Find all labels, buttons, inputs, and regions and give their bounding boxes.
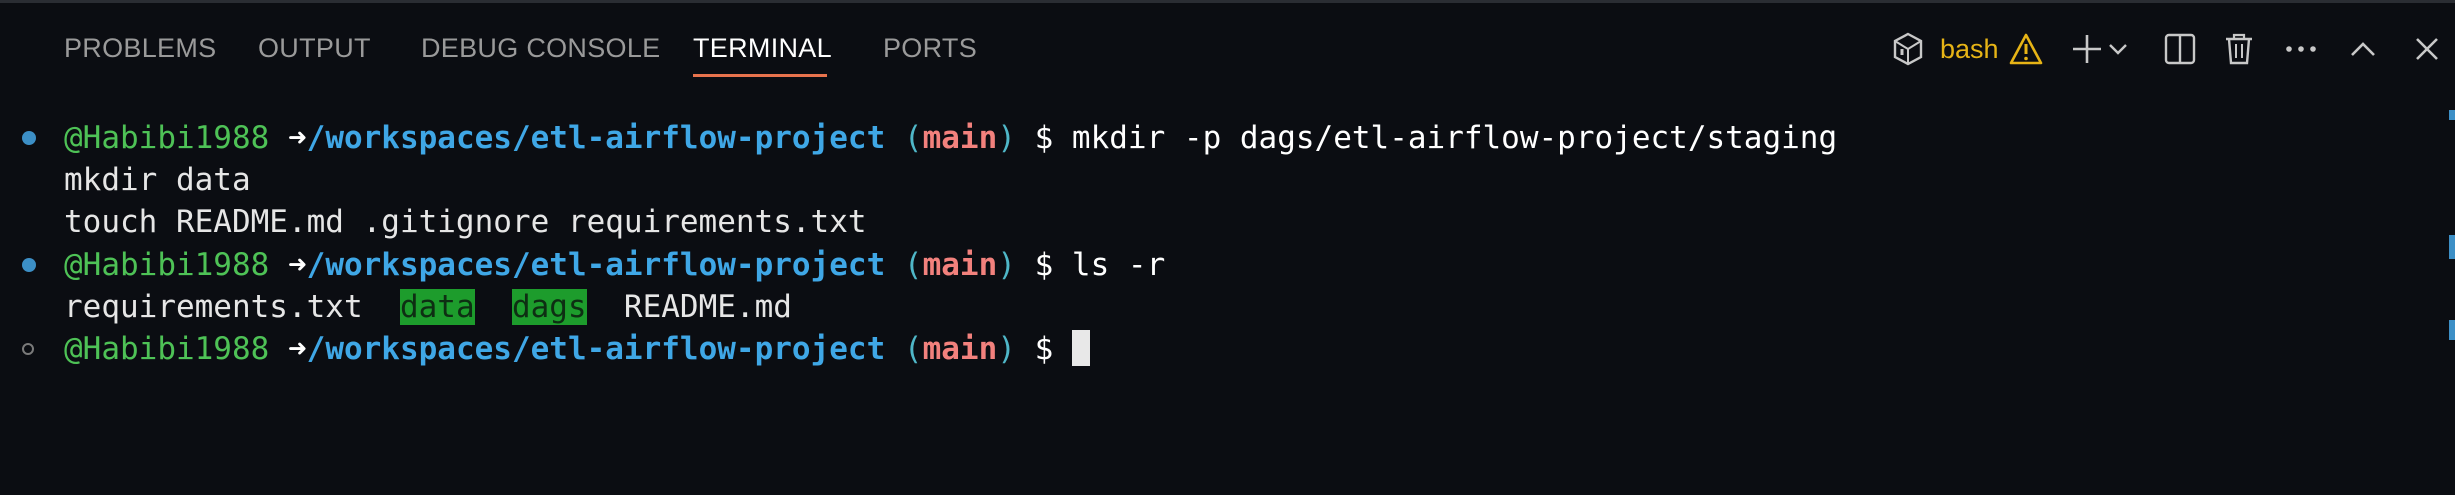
terminal-profile-label[interactable]: bash bbox=[1940, 34, 1999, 65]
split-terminal-icon[interactable] bbox=[2160, 29, 2200, 69]
prompt-user: @Habibi1988 bbox=[64, 247, 270, 283]
directory-entry: dags bbox=[511, 289, 587, 325]
prompt-arrow: ➜ bbox=[287, 120, 307, 156]
overview-ruler-mark bbox=[2449, 110, 2455, 120]
prompt-line: @Habibi1988 ➜/workspaces/etl-airflow-pro… bbox=[64, 120, 1838, 156]
terminal-output[interactable]: @Habibi1988 ➜/workspaces/etl-airflow-pro… bbox=[0, 110, 2455, 495]
prompt-path: /workspaces/etl-airflow-project bbox=[306, 120, 886, 156]
command-success-decoration[interactable] bbox=[22, 131, 36, 145]
prompt-branch: main bbox=[922, 331, 998, 367]
prompt-path: /workspaces/etl-airflow-project bbox=[306, 247, 886, 283]
warning-icon[interactable] bbox=[2006, 29, 2046, 69]
terminal-cursor bbox=[1071, 330, 1090, 366]
listing-line: requirements.txt data dags README.md bbox=[64, 286, 792, 328]
more-icon[interactable] bbox=[2281, 29, 2321, 69]
command-success-decoration[interactable] bbox=[22, 258, 36, 272]
tab-terminal[interactable]: TERMINAL bbox=[693, 33, 832, 64]
prompt-branch: main bbox=[922, 120, 998, 156]
trash-icon[interactable] bbox=[2219, 29, 2259, 69]
prompt-path: /workspaces/etl-airflow-project bbox=[306, 331, 886, 367]
prompt-arrow: ➜ bbox=[287, 331, 307, 367]
prompt-line: @Habibi1988 ➜/workspaces/etl-airflow-pro… bbox=[64, 247, 1166, 283]
tab-output[interactable]: OUTPUT bbox=[258, 33, 371, 64]
overview-ruler-mark bbox=[2449, 235, 2455, 259]
tab-ports[interactable]: PORTS bbox=[883, 33, 977, 64]
tab-problems[interactable]: PROBLEMS bbox=[64, 33, 216, 64]
maximize-chevron-up-icon[interactable] bbox=[2343, 29, 2383, 69]
terminal-shell-icon[interactable] bbox=[1888, 29, 1928, 69]
output-line: touch README.md .gitignore requirements.… bbox=[64, 204, 867, 240]
file-entry: README.md bbox=[623, 289, 792, 325]
chevron-down-icon[interactable] bbox=[2104, 29, 2132, 69]
prompt-user: @Habibi1988 bbox=[64, 120, 270, 156]
panel-header: PROBLEMS OUTPUT DEBUG CONSOLE TERMINAL P… bbox=[0, 3, 2455, 91]
tab-debug-console[interactable]: DEBUG CONSOLE bbox=[421, 33, 660, 64]
command-text: mkdir -p dags/etl-airflow-project/stagin… bbox=[1071, 120, 1838, 156]
output-line: mkdir data bbox=[64, 162, 251, 198]
command-pending-decoration[interactable] bbox=[22, 343, 34, 355]
file-entry: requirements.txt bbox=[64, 289, 363, 325]
prompt-branch: main bbox=[922, 247, 998, 283]
active-tab-indicator bbox=[693, 74, 827, 77]
command-text: ls -r bbox=[1071, 247, 1166, 283]
overview-ruler-mark bbox=[2449, 320, 2455, 340]
prompt-line: @Habibi1988 ➜/workspaces/etl-airflow-pro… bbox=[64, 328, 1090, 370]
prompt-user: @Habibi1988 bbox=[64, 331, 270, 367]
plus-icon[interactable] bbox=[2067, 29, 2107, 69]
close-icon[interactable] bbox=[2407, 29, 2447, 69]
directory-entry: data bbox=[399, 289, 475, 325]
prompt-arrow: ➜ bbox=[287, 247, 307, 283]
